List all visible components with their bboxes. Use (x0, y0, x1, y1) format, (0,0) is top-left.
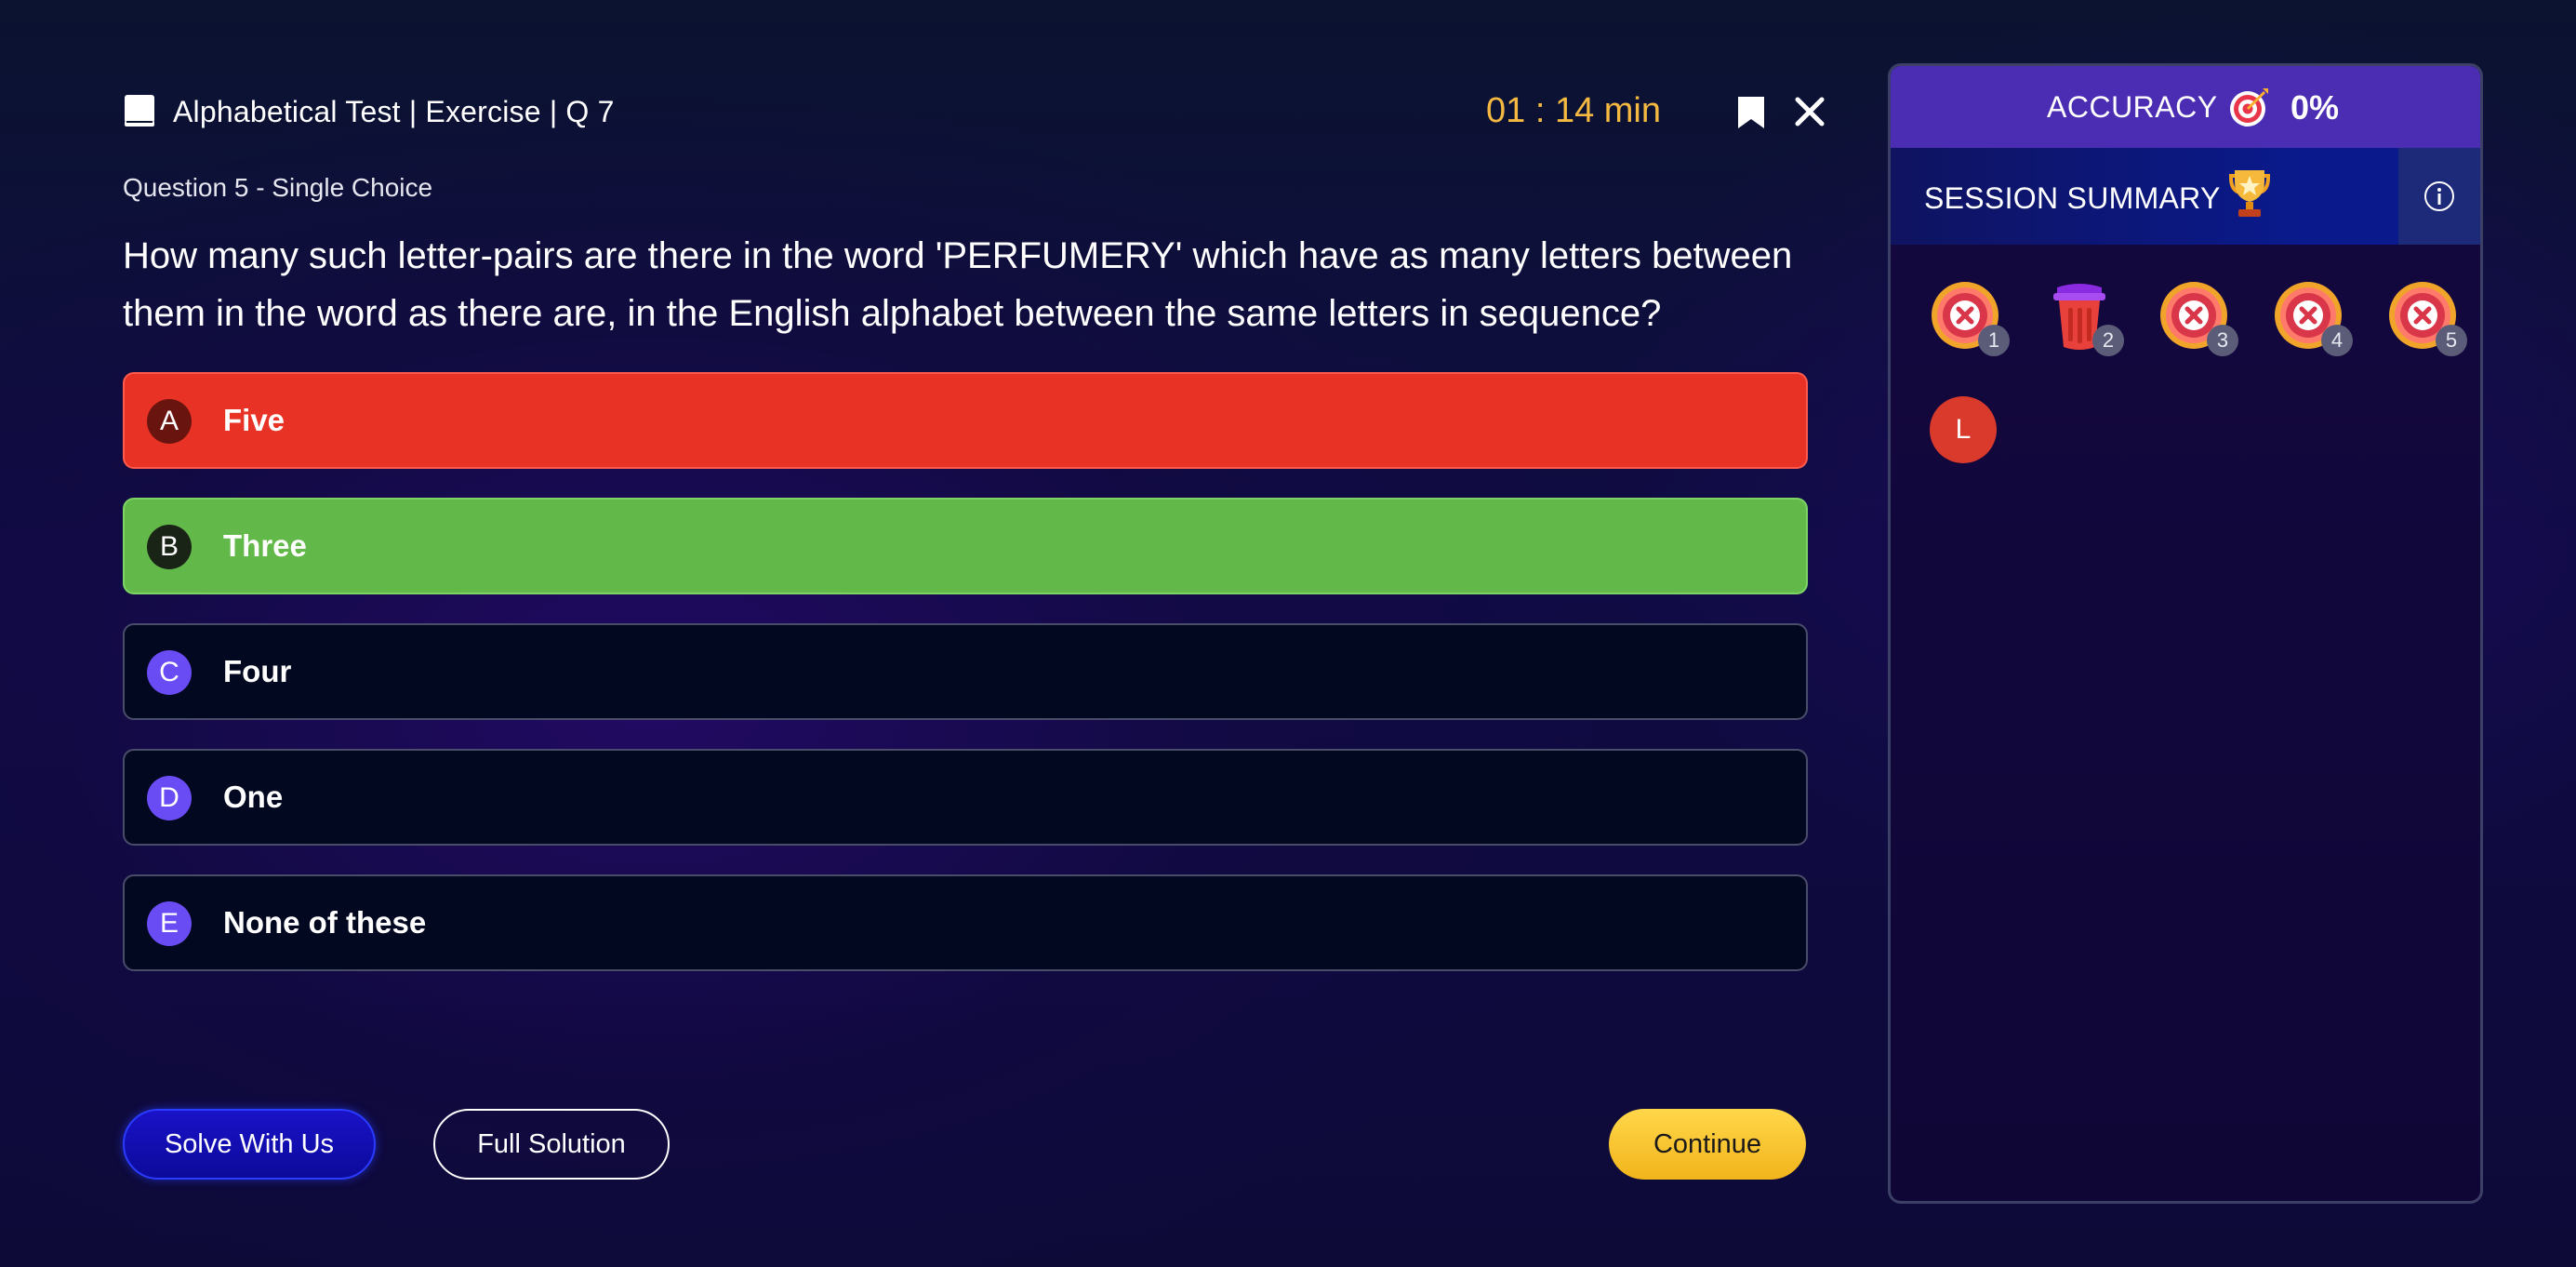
question-text: How many such letter-pairs are there in … (123, 235, 1793, 334)
option-text: Four (223, 654, 292, 688)
option-letter: B (147, 525, 192, 569)
option-e[interactable]: E None of these (123, 874, 1808, 971)
session-item-5[interactable]: 5 (2387, 280, 2467, 356)
session-item-3[interactable]: 3 (2158, 280, 2238, 356)
item-number-badge: 4 (2321, 325, 2353, 356)
option-letter: E (147, 901, 192, 946)
session-item-2[interactable]: 2 (2044, 280, 2124, 356)
trophy-icon (2229, 170, 2270, 217)
item-number-badge: 2 (2092, 325, 2124, 356)
item-number-badge: 5 (2436, 325, 2467, 356)
info-icon (2424, 181, 2454, 211)
close-icon[interactable] (1793, 95, 1826, 128)
option-a[interactable]: A Five (123, 372, 1808, 469)
option-letter: A (147, 399, 192, 444)
session-item-4[interactable]: 4 (2273, 280, 2353, 356)
accuracy-bar: ACCURACY 0% (1891, 66, 2480, 148)
full-solution-button[interactable]: Full Solution (433, 1109, 670, 1180)
book-icon (125, 95, 154, 127)
session-summary-label: SESSION SUMMARY (1924, 181, 2221, 215)
item-number-badge: 3 (2207, 325, 2238, 356)
avatar[interactable]: L (1930, 396, 1997, 463)
target-icon (2230, 88, 2268, 127)
question-type-label: Question 5 - Single Choice (123, 173, 433, 202)
session-panel: ACCURACY 0% SESSION SUMMARY 1 2 3 4 5 L (1888, 63, 2483, 1204)
option-text: Three (223, 528, 307, 563)
option-c[interactable]: C Four (123, 623, 1808, 720)
top-bar: Alphabetical Test | Exercise | Q 7 01 : … (123, 89, 1825, 134)
option-b[interactable]: B Three (123, 498, 1808, 594)
session-item-1[interactable]: 1 (1930, 280, 2010, 356)
accuracy-label: ACCURACY (2047, 90, 2218, 124)
test-title: Alphabetical Test | Exercise | Q 7 (173, 95, 615, 128)
option-letter: D (147, 776, 192, 820)
timer: 01 : 14 min (1486, 91, 1661, 130)
option-text: None of these (223, 905, 427, 940)
session-summary-bar: SESSION SUMMARY (1891, 148, 2480, 245)
bookmark-icon[interactable] (1735, 95, 1767, 130)
option-text: Five (223, 403, 285, 437)
info-button[interactable] (2398, 148, 2480, 245)
option-text: One (223, 780, 284, 814)
accuracy-value: 0% (2291, 88, 2340, 127)
solve-with-us-button[interactable]: Solve With Us (123, 1109, 376, 1180)
continue-button[interactable]: Continue (1609, 1109, 1806, 1180)
option-d[interactable]: D One (123, 749, 1808, 846)
item-number-badge: 1 (1978, 325, 2010, 356)
option-letter: C (147, 650, 192, 695)
